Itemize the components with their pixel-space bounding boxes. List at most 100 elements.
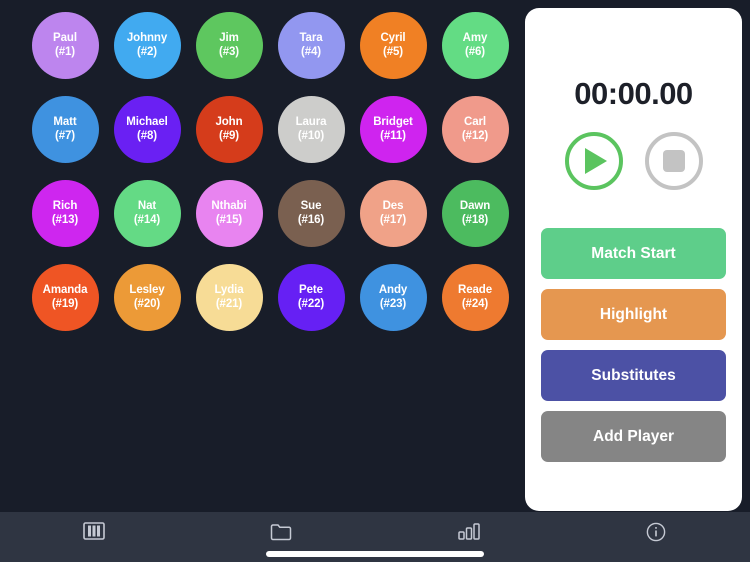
player-number: (#2): [136, 45, 158, 58]
player-number: (#14): [133, 213, 161, 226]
player-chip[interactable]: Rich (#13): [31, 180, 99, 247]
player-chip[interactable]: Johnny (#2): [113, 12, 181, 79]
player-cell: John (#9): [188, 96, 270, 163]
player-number: (#19): [51, 297, 79, 310]
player-chip[interactable]: Jim (#3): [195, 12, 263, 79]
player-name: Carl: [464, 115, 486, 128]
player-name: Sue: [300, 199, 322, 212]
player-cell: Cyril (#5): [352, 12, 434, 79]
info-icon: [646, 522, 666, 542]
player-cell: Johnny (#2): [106, 12, 188, 79]
player-number: (#10): [297, 129, 325, 142]
player-number: (#1): [54, 45, 76, 58]
player-name: Amanda: [42, 283, 88, 296]
player-grid: Paul (#1) Johnny (#2) Jim (#3) Tara (#4) Cyr…: [0, 0, 520, 512]
player-name: Nat: [137, 199, 157, 212]
player-chip[interactable]: Reade (#24): [441, 264, 509, 331]
player-chip[interactable]: Dawn (#18): [441, 180, 509, 247]
tab-info[interactable]: [563, 512, 750, 562]
player-number: (#4): [300, 45, 322, 58]
stop-icon: [662, 150, 685, 172]
player-cell: Lydia (#21): [188, 264, 270, 331]
player-cell: Reade (#24): [434, 264, 516, 331]
player-name: Laura: [295, 115, 327, 128]
player-cell: Andy (#23): [352, 264, 434, 331]
player-number: (#6): [464, 45, 486, 58]
player-number: (#18): [461, 213, 489, 226]
player-cell: Carl (#12): [434, 96, 516, 163]
control-panel: 00:00.00 Match Start Highlight Substitut…: [525, 8, 742, 511]
player-cell: Rich (#13): [24, 180, 106, 247]
match-start-button[interactable]: Match Start: [541, 228, 726, 279]
play-button[interactable]: [564, 132, 623, 190]
transport-controls: [564, 132, 703, 190]
player-cell: Jim (#3): [188, 12, 270, 79]
player-row: Rich (#13) Nat (#14) Nthabi (#15) Sue (#16) …: [0, 180, 520, 264]
player-chip[interactable]: Paul (#1): [31, 12, 99, 79]
stop-button[interactable]: [644, 132, 703, 190]
player-number: (#24): [461, 297, 489, 310]
player-name: Des: [382, 199, 404, 212]
player-number: (#13): [51, 213, 79, 226]
player-number: (#11): [380, 129, 406, 142]
player-name: Bridget: [373, 115, 413, 128]
player-name: Paul: [53, 31, 77, 44]
player-chip[interactable]: Michael (#8): [113, 96, 181, 163]
player-chip[interactable]: Andy (#23): [359, 264, 427, 331]
player-chip[interactable]: Tara (#4): [277, 12, 345, 79]
player-name: Jim: [219, 31, 239, 44]
player-chip[interactable]: Laura (#10): [277, 96, 345, 163]
player-cell: Pete (#22): [270, 264, 352, 331]
player-chip[interactable]: Lesley (#20): [113, 264, 181, 331]
player-chip[interactable]: Des (#17): [359, 180, 427, 247]
player-cell: Des (#17): [352, 180, 434, 247]
player-chip[interactable]: Lydia (#21): [195, 264, 263, 331]
player-chip[interactable]: Bridget (#11): [359, 96, 427, 163]
player-name: Nthabi: [211, 199, 247, 212]
player-number: (#7): [54, 129, 76, 142]
player-chip[interactable]: Matt (#7): [31, 96, 99, 163]
player-chip[interactable]: Pete (#22): [277, 264, 345, 331]
player-row: Paul (#1) Johnny (#2) Jim (#3) Tara (#4) Cyr…: [0, 12, 520, 96]
player-name: Lydia: [214, 283, 244, 296]
player-name: Michael: [126, 115, 168, 128]
player-name: Lesley: [129, 283, 165, 296]
player-number: (#21): [215, 297, 243, 310]
player-name: Dawn: [459, 199, 491, 212]
player-cell: Bridget (#11): [352, 96, 434, 163]
timer-display: 00:00.00: [574, 76, 693, 111]
player-row: Matt (#7) Michael (#8) John (#9) Laura (#10)…: [0, 96, 520, 180]
player-name: Cyril: [380, 31, 406, 44]
player-cell: Amy (#6): [434, 12, 516, 79]
player-number: (#5): [382, 45, 404, 58]
player-cell: Nthabi (#15): [188, 180, 270, 247]
player-number: (#17): [379, 213, 407, 226]
add-player-button[interactable]: Add Player: [541, 411, 726, 462]
pitch-icon: [82, 522, 105, 540]
tab-pitch[interactable]: [0, 512, 188, 562]
player-number: (#22): [297, 297, 325, 310]
player-number: (#15): [215, 213, 243, 226]
player-chip[interactable]: Nthabi (#15): [195, 180, 263, 247]
player-name: Reade: [457, 283, 493, 296]
player-chip[interactable]: Nat (#14): [113, 180, 181, 247]
substitutes-button[interactable]: Substitutes: [541, 350, 726, 401]
highlight-button[interactable]: Highlight: [541, 289, 726, 340]
player-cell: Lesley (#20): [106, 264, 188, 331]
player-number: (#12): [461, 129, 489, 142]
bar-chart-icon: [457, 522, 481, 541]
player-chip[interactable]: Carl (#12): [441, 96, 509, 163]
player-chip[interactable]: Amanda (#19): [31, 264, 99, 331]
player-chip[interactable]: Sue (#16): [277, 180, 345, 247]
player-cell: Michael (#8): [106, 96, 188, 163]
player-chip[interactable]: John (#9): [195, 96, 263, 163]
player-number: (#20): [133, 297, 161, 310]
player-name: John: [215, 115, 243, 128]
player-row: Amanda (#19) Lesley (#20) Lydia (#21) Pete(…: [0, 264, 520, 348]
player-cell: Sue (#16): [270, 180, 352, 247]
player-chip[interactable]: Amy (#6): [441, 12, 509, 79]
player-name: Andy: [378, 283, 408, 296]
player-chip[interactable]: Cyril (#5): [359, 12, 427, 79]
player-number: (#16): [297, 213, 325, 226]
player-name: Amy: [462, 31, 488, 44]
